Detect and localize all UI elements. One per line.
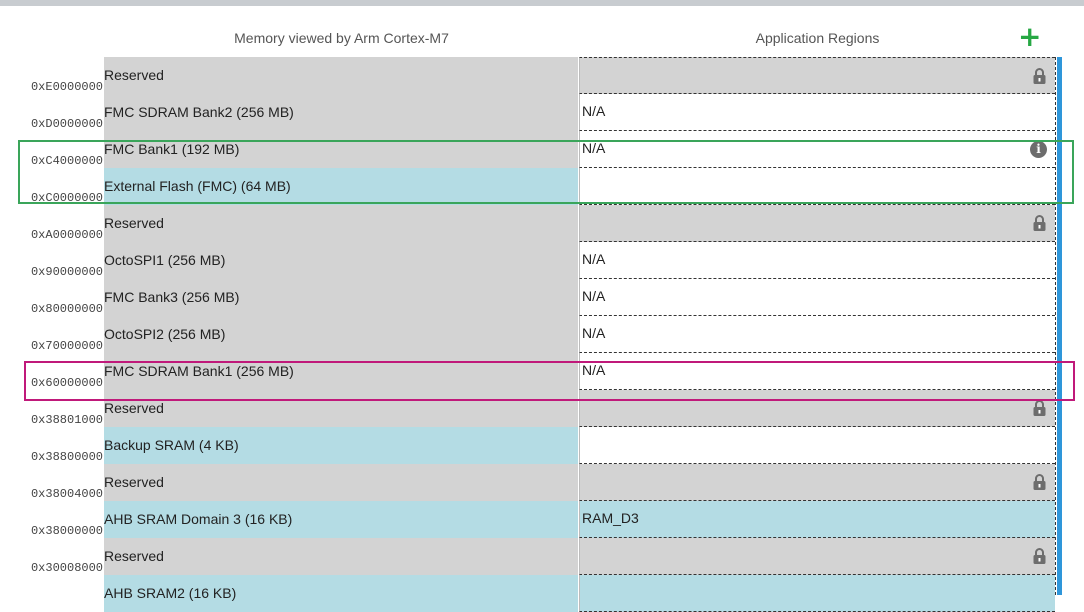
application-region-cell[interactable]: N/A i [579, 131, 1055, 168]
application-region-name: N/A [582, 251, 606, 267]
collapse-chevron-icon[interactable]: ⌃ [0, 0, 10, 8]
table-row[interactable]: 0x38004000 Reserved [0, 464, 1084, 501]
application-region-name: RAM_D3 [582, 510, 639, 526]
memory-region-label[interactable]: Reserved [104, 390, 578, 427]
memory-region-label[interactable]: FMC SDRAM Bank1 (256 MB) [104, 353, 578, 390]
table-row[interactable]: 0x38800000 Backup SRAM (4 KB) [0, 427, 1084, 464]
application-region-cell[interactable] [579, 205, 1055, 242]
region-start-address: 0xD0000000 [30, 117, 103, 131]
region-start-address: 0x38800000 [30, 450, 103, 464]
application-region-cell[interactable] [579, 168, 1055, 205]
application-region-name: N/A [582, 140, 606, 156]
table-row[interactable]: 0xD0000000 FMC SDRAM Bank2 (256 MB) N/A [0, 94, 1084, 131]
memory-region-label[interactable]: Reserved [104, 57, 578, 94]
application-region-cell[interactable] [579, 57, 1055, 94]
top-toolbar-strip: ⌃ [0, 0, 1084, 8]
region-start-address: 0x70000000 [30, 339, 103, 353]
add-region-button[interactable]: + [1018, 23, 1041, 51]
region-start-address: 0x60000000 [30, 376, 103, 390]
region-start-address: 0x38000000 [30, 524, 103, 538]
table-row[interactable]: 0x70000000 OctoSPI2 (256 MB) N/A [0, 316, 1084, 353]
application-region-cell[interactable] [579, 464, 1055, 501]
table-row[interactable]: 0x60000000 FMC SDRAM Bank1 (256 MB) N/A [0, 353, 1084, 390]
memory-region-label[interactable]: AHB SRAM Domain 3 (16 KB) [104, 501, 578, 538]
table-row[interactable]: 0x90000000 OctoSPI1 (256 MB) N/A [0, 242, 1084, 279]
application-region-name: N/A [582, 325, 606, 341]
application-region-cell[interactable] [579, 427, 1055, 464]
memory-region-label[interactable]: FMC SDRAM Bank2 (256 MB) [104, 94, 578, 131]
lock-icon [1033, 68, 1046, 84]
memory-region-label[interactable]: FMC Bank3 (256 MB) [104, 279, 578, 316]
lock-icon [1033, 215, 1046, 231]
table-row[interactable]: 0xC0000000 External Flash (FMC) (64 MB) [0, 168, 1084, 205]
memory-region-label[interactable]: External Flash (FMC) (64 MB) [104, 168, 578, 205]
region-start-address: 0x80000000 [30, 302, 103, 316]
memory-map-table: 0xE0000000 Reserved 0xD0000000 FMC SDRAM Ba… [0, 57, 1084, 612]
lock-icon [1033, 474, 1046, 490]
application-region-cell[interactable] [579, 390, 1055, 427]
region-start-address: 0x30008000 [30, 561, 103, 575]
memory-region-label[interactable]: FMC Bank1 (192 MB) [104, 131, 578, 168]
memory-view-header: Memory viewed by Arm Cortex-M7 [234, 30, 449, 46]
region-start-address: 0x38801000 [30, 413, 103, 427]
application-region-cell[interactable]: N/A [579, 279, 1055, 316]
application-region-name: N/A [582, 103, 606, 119]
region-start-address: 0xE0000000 [30, 80, 103, 94]
application-regions-header: Application Regions [755, 30, 880, 46]
application-region-cell[interactable]: RAM_D3 [579, 501, 1055, 538]
application-region-cell[interactable] [579, 575, 1055, 612]
memory-region-label[interactable]: OctoSPI2 (256 MB) [104, 316, 578, 353]
region-start-address: 0xA0000000 [30, 228, 103, 242]
memory-region-label[interactable]: Backup SRAM (4 KB) [104, 427, 578, 464]
region-start-address: 0xC4000000 [30, 154, 103, 168]
table-row[interactable]: 0x30008000 Reserved [0, 538, 1084, 575]
application-region-name: N/A [582, 362, 606, 378]
lock-icon [1033, 400, 1046, 416]
table-row[interactable]: 0x38801000 Reserved [0, 390, 1084, 427]
table-row[interactable]: 0x80000000 FMC Bank3 (256 MB) N/A [0, 279, 1084, 316]
memory-region-label[interactable]: AHB SRAM2 (16 KB) [104, 575, 578, 612]
table-row[interactable]: 0xE0000000 Reserved [0, 57, 1084, 94]
application-region-name: N/A [582, 288, 606, 304]
table-row[interactable]: 0x38000000 AHB SRAM Domain 3 (16 KB) RAM_D… [0, 501, 1084, 538]
lock-icon [1033, 548, 1046, 564]
memory-region-label[interactable]: Reserved [104, 538, 578, 575]
application-region-cell[interactable]: N/A [579, 316, 1055, 353]
memory-region-label[interactable]: OctoSPI1 (256 MB) [104, 242, 578, 279]
application-region-cell[interactable] [579, 538, 1055, 575]
region-start-address: 0xC0000000 [30, 191, 103, 205]
application-region-cell[interactable]: N/A [579, 353, 1055, 390]
vertical-scrollbar[interactable] [1057, 57, 1062, 595]
region-start-address: 0x90000000 [30, 265, 103, 279]
table-row[interactable]: AHB SRAM2 (16 KB) [0, 575, 1084, 612]
info-icon[interactable]: i [1030, 141, 1047, 158]
table-row[interactable]: 0xC4000000 FMC Bank1 (192 MB) N/A i [0, 131, 1084, 168]
table-row[interactable]: 0xA0000000 Reserved [0, 205, 1084, 242]
memory-region-label[interactable]: Reserved [104, 205, 578, 242]
memory-region-label[interactable]: Reserved [104, 464, 578, 501]
application-region-cell[interactable]: N/A [579, 94, 1055, 131]
application-region-cell[interactable]: N/A [579, 242, 1055, 279]
region-start-address: 0x38004000 [30, 487, 103, 501]
